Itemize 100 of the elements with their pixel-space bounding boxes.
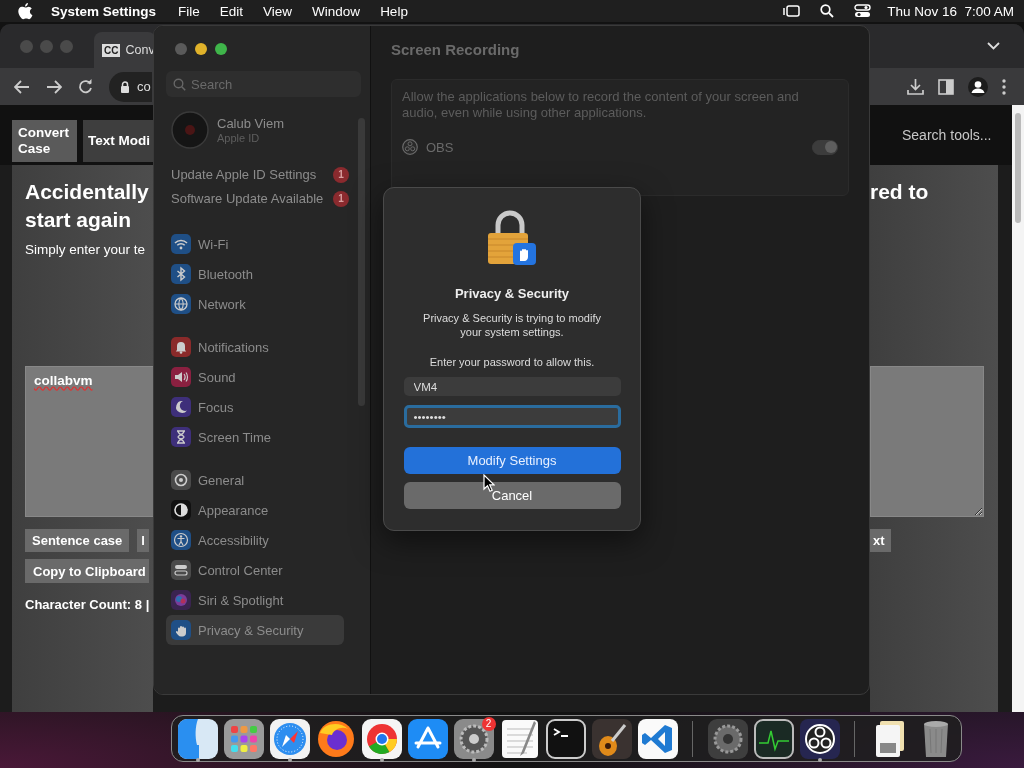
- forward-icon[interactable]: [46, 79, 62, 94]
- orb-icon: [171, 590, 191, 610]
- notification-badge: 2: [481, 716, 496, 731]
- speaker-icon: [171, 367, 191, 387]
- pulse-icon[interactable]: [753, 718, 794, 759]
- guitar-icon[interactable]: [591, 718, 632, 759]
- modify-settings-button[interactable]: Modify Settings: [403, 447, 621, 474]
- pane-title: Screen Recording: [391, 41, 521, 60]
- menu-item[interactable]: Edit: [209, 3, 254, 19]
- wheel-icon[interactable]: [361, 718, 402, 759]
- compass-icon[interactable]: [269, 718, 310, 759]
- globe-icon: [171, 294, 191, 314]
- sidebar-item[interactable]: Appearance: [166, 495, 344, 525]
- menubar-clock[interactable]: Thu Nov 16 7:00 AM: [887, 3, 1014, 19]
- page-heading: Accidentally start again: [25, 179, 150, 233]
- site-tab[interactable]: Text Modi: [83, 120, 153, 162]
- reload-icon[interactable]: [78, 79, 93, 94]
- character-count: Character Count: 8 |: [25, 596, 151, 614]
- count-badge: 1: [333, 191, 349, 207]
- toggle-switch[interactable]: [812, 139, 838, 155]
- avatar-icon: [171, 111, 209, 149]
- sidebar-item[interactable]: General: [166, 465, 344, 495]
- zoom-button[interactable]: [215, 43, 227, 55]
- wifi-icon: [171, 234, 191, 254]
- sidebar-item[interactable]: Bluetooth: [166, 259, 344, 289]
- sidebar-item[interactable]: Accessibility: [166, 525, 344, 555]
- lock-icon: [486, 210, 538, 266]
- app-menu[interactable]: System Settings: [33, 3, 169, 19]
- dialog-title: Privacy & Security: [454, 286, 570, 301]
- sidebar-item[interactable]: Screen Time: [166, 422, 344, 452]
- text-input-area[interactable]: collabvm: [25, 366, 153, 517]
- gear-icon: [171, 470, 191, 490]
- apple-icon[interactable]: [18, 2, 33, 20]
- password-field[interactable]: ••••••••: [403, 405, 621, 428]
- toggles-icon[interactable]: [854, 4, 872, 18]
- intro-text: Simply enter your te: [25, 241, 147, 259]
- hourglass-icon: [171, 427, 191, 447]
- browser-tab[interactable]: CC Conv: [94, 32, 156, 68]
- windows-icon[interactable]: [783, 4, 801, 18]
- search-icon: [173, 78, 186, 91]
- download-icon[interactable]: [907, 78, 924, 95]
- menu-item[interactable]: Window: [302, 3, 371, 19]
- app-logo-icon: [402, 139, 418, 155]
- hand-icon: [171, 620, 191, 640]
- sidebar-item[interactable]: Siri & Spotlight: [166, 585, 344, 615]
- menu-item[interactable]: File: [168, 3, 210, 19]
- dialog-message: Privacy & Security is trying to modify your system settings.: [422, 311, 602, 339]
- username-field[interactable]: VM4: [403, 377, 621, 396]
- contrast-icon: [171, 500, 191, 520]
- tools-icon[interactable]: [407, 718, 448, 759]
- bluetooth-icon: [171, 264, 191, 284]
- mouse-pointer-icon: [483, 474, 495, 492]
- code-icon[interactable]: [637, 718, 678, 759]
- accessibility-icon: [171, 530, 191, 550]
- sidebar-item[interactable]: Control Center: [166, 555, 344, 585]
- switches-icon: [171, 560, 191, 580]
- menu-icon[interactable]: [1002, 78, 1006, 95]
- split-square-icon[interactable]: [177, 718, 218, 759]
- case-button[interactable]: xt: [870, 529, 891, 552]
- minimize-button[interactable]: [195, 43, 207, 55]
- sidebar-item[interactable]: Network: [166, 289, 344, 319]
- back-icon[interactable]: [14, 79, 30, 94]
- chevron-down-icon[interactable]: [987, 42, 1000, 50]
- count-badge: 1: [333, 167, 349, 183]
- profile-icon[interactable]: [968, 76, 988, 97]
- case-button[interactable]: Sentence case: [25, 529, 130, 552]
- grid-icon[interactable]: [223, 718, 264, 759]
- search-field[interactable]: Search: [166, 71, 361, 97]
- alert-item[interactable]: Software Update Available 1: [166, 191, 349, 207]
- cancel-button[interactable]: Cancel: [403, 482, 621, 509]
- menu-item[interactable]: Help: [370, 3, 418, 19]
- moon-icon: [171, 397, 191, 417]
- search-field[interactable]: Search tools...: [902, 127, 998, 143]
- scrollbar[interactable]: [1012, 105, 1024, 712]
- menu-item[interactable]: View: [253, 3, 303, 19]
- sidebar-item[interactable]: Wi-Fi: [166, 229, 344, 259]
- bell-icon: [171, 337, 191, 357]
- site-tab[interactable]: Convert Case: [12, 120, 77, 162]
- sidebar-item[interactable]: Sound: [166, 362, 344, 392]
- dialog-prompt: Enter your password to allow this.: [429, 356, 595, 368]
- case-button[interactable]: l: [137, 529, 149, 552]
- circle-logo-icon[interactable]: [799, 718, 840, 759]
- page-heading: red to: [870, 179, 930, 205]
- search-icon[interactable]: [820, 4, 835, 18]
- address-bar[interactable]: co: [109, 71, 152, 102]
- app-name: OBS: [426, 139, 455, 155]
- account-name: Calub Viem: [217, 116, 284, 131]
- flame-globe-icon[interactable]: [315, 718, 356, 759]
- sidebar-icon[interactable]: [938, 78, 954, 95]
- sidebar-item[interactable]: Notifications: [166, 332, 344, 362]
- sidebar-item[interactable]: Privacy & Security: [166, 615, 344, 645]
- gear-icon[interactable]: [707, 718, 748, 759]
- copy-button[interactable]: Copy to Clipboard: [25, 559, 149, 583]
- site-logo: CC: [102, 43, 121, 57]
- alert-item[interactable]: Update Apple ID Settings 1: [166, 167, 349, 183]
- sidebar-item[interactable]: Focus: [166, 392, 344, 422]
- lock-icon: [120, 80, 130, 93]
- terminal-icon[interactable]: [545, 718, 586, 759]
- notepad-icon[interactable]: [499, 718, 540, 759]
- gear-icon[interactable]: [453, 718, 494, 759]
